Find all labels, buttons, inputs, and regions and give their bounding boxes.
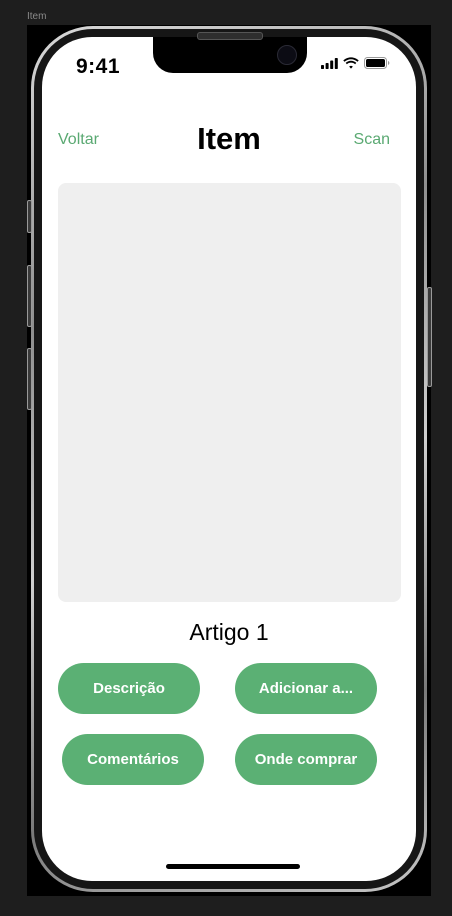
- wifi-icon: [343, 56, 359, 74]
- comments-button[interactable]: Comentários: [62, 734, 204, 785]
- camera-icon: [277, 45, 297, 65]
- where-to-buy-button[interactable]: Onde comprar: [235, 734, 377, 785]
- item-image: [58, 183, 401, 602]
- volume-down-button: [27, 348, 32, 410]
- speaker-grille: [197, 32, 263, 40]
- signal-icon: [321, 56, 338, 74]
- status-icons: [321, 56, 390, 74]
- status-time: 9:41: [76, 55, 121, 78]
- screen: 9:41 Voltar Item Scan Artigo 1 Descrição…: [42, 37, 416, 881]
- mute-switch: [27, 200, 32, 233]
- description-button[interactable]: Descrição: [58, 663, 200, 714]
- item-name: Artigo 1: [189, 619, 269, 645]
- battery-icon: [364, 56, 390, 74]
- notch: [153, 37, 307, 73]
- power-button: [427, 287, 432, 387]
- frame-label: Item: [27, 11, 47, 22]
- add-to-button[interactable]: Adicionar a...: [235, 663, 377, 714]
- home-indicator[interactable]: [166, 864, 300, 869]
- scan-button[interactable]: Scan: [354, 131, 390, 149]
- volume-up-button: [27, 265, 32, 327]
